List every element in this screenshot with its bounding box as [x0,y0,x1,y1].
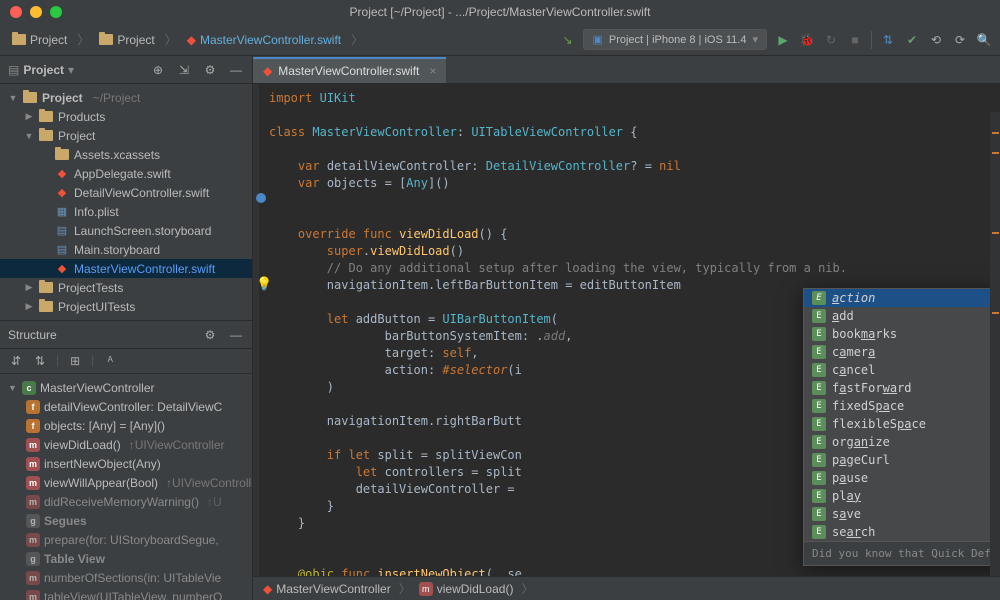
breadcrumb-folder[interactable]: Project [95,31,158,49]
structure-item[interactable]: fobjects: [Any] = [Any]() [0,416,252,435]
sort-icon[interactable]: ⇵ [8,353,24,369]
run-configuration-select[interactable]: ▣ Project | iPhone 8 | iOS 11.4 ▾ [583,29,767,50]
completion-item-bookmarks[interactable]: EbookmarksUIBarButtonSystemItem [804,325,1000,343]
completion-item-fastForward[interactable]: EfastForwardUIBarButtonSystemItem [804,379,1000,397]
sort-alpha-icon[interactable]: ᴬ [102,353,118,369]
tree-item-launchscreen-storyboard[interactable]: ▤LaunchScreen.storyboard [0,221,252,240]
hammer-icon[interactable]: ↘ [559,32,575,48]
toolbar-right: ↘ ▣ Project | iPhone 8 | iOS 11.4 ▾ ▶ 🐞 … [559,29,992,50]
structure-item[interactable]: gTable View [0,549,252,568]
titlebar: Project [~/Project] - .../Project/Master… [0,0,1000,24]
breakpoint-icon[interactable] [256,193,266,203]
redo-icon[interactable]: ⟳ [952,32,968,48]
breadcrumb-project[interactable]: Project [8,31,71,49]
completion-item-save[interactable]: EsaveUIBarButtonSystemItem [804,505,1000,523]
completion-footer: Did you know that Quick Definition View … [804,541,1000,565]
completion-item-search[interactable]: EsearchUIBarButtonSystemItem [804,523,1000,541]
completion-item-pageCurl[interactable]: EpageCurlUIBarButtonSystemItem [804,451,1000,469]
folder-icon [99,34,113,45]
folder-icon [12,34,26,45]
completion-item-camera[interactable]: EcameraUIBarButtonSystemItem [804,343,1000,361]
search-icon[interactable]: 🔍 [976,32,992,48]
completion-item-organize[interactable]: EorganizeUIBarButtonSystemItem [804,433,1000,451]
tree-item-assets-xcassets[interactable]: Assets.xcassets [0,145,252,164]
minimize-window-button[interactable] [30,6,42,18]
editor-breadcrumb-bar: ◆MasterViewController 〉 mviewDidLoad() 〉 [253,576,1000,600]
tree-item-project[interactable]: ▼Project~/Project [0,88,252,107]
structure-item[interactable]: mtableView(UITableView, numberO [0,587,252,600]
expand-icon[interactable]: ⊞ [67,353,83,369]
tree-item-appdelegate-swift[interactable]: ◆AppDelegate.swift [0,164,252,183]
close-icon[interactable]: × [429,64,436,78]
structure-item[interactable]: mnumberOfSections(in: UITableVie [0,568,252,587]
structure-item[interactable]: gSegues [0,511,252,530]
filter-icon[interactable]: ⇅ [32,353,48,369]
window-controls [10,6,62,18]
navigation-bar: Project 〉 Project 〉 ◆MasterViewControlle… [0,24,1000,56]
code-completion-popup[interactable]: EactionUIBarButtonSystemItemEaddUIBarBut… [803,288,1000,566]
gear-icon[interactable]: ⚙ [202,62,218,78]
breadcrumb: Project 〉 Project 〉 ◆MasterViewControlle… [8,31,365,49]
checklist-icon[interactable]: ⇅ [880,32,896,48]
tree-item-main-storyboard[interactable]: ▤Main.storyboard [0,240,252,259]
tree-item-info-plist[interactable]: ▦Info.plist [0,202,252,221]
breadcrumb-method[interactable]: mviewDidLoad() [419,582,514,596]
completion-item-pause[interactable]: EpauseUIBarButtonSystemItem [804,469,1000,487]
editor-tabs: ◆ MasterViewController.swift × [253,56,1000,84]
target-icon[interactable]: ⊕ [150,62,166,78]
completion-item-cancel[interactable]: EcancelUIBarButtonSystemItem [804,361,1000,379]
editor: ◆ MasterViewController.swift × 💡 import … [253,56,1000,600]
tab-masterviewcontroller[interactable]: ◆ MasterViewController.swift × [253,57,446,83]
collapse-icon[interactable]: ⇲ [176,62,192,78]
left-panel: ▤ Project ▾ ⊕ ⇲ ⚙ — ▼Project~/Project▶Pr… [0,56,253,600]
structure-item[interactable]: ▼cMasterViewController [0,378,252,397]
completion-item-play[interactable]: EplayUIBarButtonSystemItem [804,487,1000,505]
breadcrumb-class[interactable]: ◆MasterViewController [263,582,391,596]
hide-icon[interactable]: — [228,327,244,343]
structure-item[interactable]: minsertNewObject(Any) [0,454,252,473]
tree-item-projecttests[interactable]: ▶ProjectTests [0,278,252,297]
project-panel-header: ▤ Project ▾ ⊕ ⇲ ⚙ — [0,56,252,84]
structure-header: Structure ⚙ — [0,321,252,349]
window-title: Project [~/Project] - .../Project/Master… [350,5,651,19]
structure-item[interactable]: fdetailViewController: DetailViewC [0,397,252,416]
completion-item-add[interactable]: EaddUIBarButtonSystemItem [804,307,1000,325]
tree-item-project[interactable]: ▼Project [0,126,252,145]
gutter[interactable]: 💡 [253,84,259,600]
completion-item-fixedSpace[interactable]: EfixedSpaceUIBarButtonSystemItem [804,397,1000,415]
close-window-button[interactable] [10,6,22,18]
tree-item-masterviewcontroller-swift[interactable]: ◆MasterViewController.swift [0,259,252,278]
marker-bar[interactable] [990,112,1000,576]
swift-icon: ◆ [263,64,272,78]
debug-icon[interactable]: 🐞 [799,32,815,48]
breadcrumb-file[interactable]: ◆MasterViewController.swift [183,31,345,49]
hide-icon[interactable]: — [228,62,244,78]
stop-icon[interactable]: ↻ [823,32,839,48]
run-icon[interactable]: ▶ [775,32,791,48]
undo-icon[interactable]: ⟲ [928,32,944,48]
structure-item[interactable]: mviewDidLoad()↑UIViewController [0,435,252,454]
completion-item-flexibleSpace[interactable]: EflexibleSpaceUIBarButtonSystemItem [804,415,1000,433]
structure-tree[interactable]: ▼cMasterViewControllerfdetailViewControl… [0,374,252,600]
tree-item-detailviewcontroller-swift[interactable]: ◆DetailViewController.swift [0,183,252,202]
structure-panel: Structure ⚙ — ⇵ ⇅ | ⊞ | ᴬ ▼cMasterViewCo… [0,320,252,600]
tree-item-projectuitests[interactable]: ▶ProjectUITests [0,297,252,316]
structure-toolbar: ⇵ ⇅ | ⊞ | ᴬ [0,349,252,374]
tree-item-products[interactable]: ▶Products [0,107,252,126]
completion-item-action[interactable]: EactionUIBarButtonSystemItem [804,289,1000,307]
code-area[interactable]: 💡 import UIKit class MasterViewControlle… [253,84,1000,600]
gear-icon[interactable]: ⚙ [202,327,218,343]
structure-item[interactable]: mviewWillAppear(Bool)↑UIViewController [0,473,252,492]
maximize-window-button[interactable] [50,6,62,18]
stop-icon[interactable]: ■ [847,32,863,48]
check-icon[interactable]: ✔ [904,32,920,48]
project-tree[interactable]: ▼Project~/Project▶Products▼ProjectAssets… [0,84,252,320]
structure-item[interactable]: mprepare(for: UIStoryboardSegue, [0,530,252,549]
structure-item[interactable]: mdidReceiveMemoryWarning()↑U [0,492,252,511]
intention-bulb-icon[interactable]: 💡 [256,276,272,293]
